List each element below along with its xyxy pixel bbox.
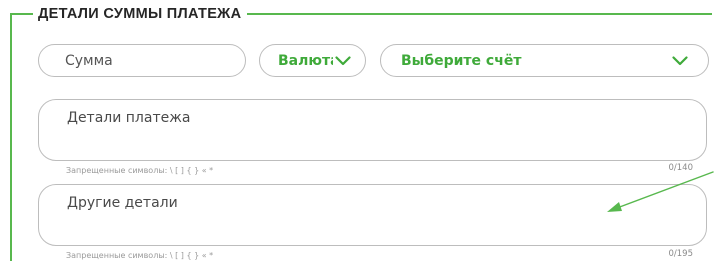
forbidden-characters-hint: Запрещенные символы: \ [ ] { } « * (66, 166, 214, 175)
other-details-character-counter: 0/195 (668, 249, 694, 259)
amount-placeholder: Сумма (65, 52, 113, 69)
payment-details-placeholder: Детали платежа (67, 110, 191, 126)
forbidden-characters-hint: Запрещенные символы: \ [ ] { } « * (66, 251, 214, 260)
payment-details-character-counter: 0/140 (668, 163, 694, 173)
account-placeholder: Выберите счёт (401, 52, 522, 69)
payment-details-textarea[interactable]: Детали платежа (38, 99, 707, 161)
chevron-down-icon (672, 55, 688, 65)
other-details-textarea[interactable]: Другие детали (38, 184, 707, 246)
chevron-down-icon (335, 55, 351, 65)
amount-input[interactable]: Сумма (38, 44, 246, 77)
other-details-placeholder: Другие детали (67, 195, 178, 211)
payment-amount-details-panel: ДЕТАЛИ СУММЫ ПЛАТЕЖА Сумма Валюта Выбери… (0, 0, 715, 261)
currency-select[interactable]: Валюта (259, 44, 366, 77)
currency-label: Валюта (278, 52, 333, 69)
section-title: ДЕТАЛИ СУММЫ ПЛАТЕЖА (33, 5, 248, 23)
account-select[interactable]: Выберите счёт (380, 44, 709, 77)
frame-left-line (10, 13, 12, 261)
